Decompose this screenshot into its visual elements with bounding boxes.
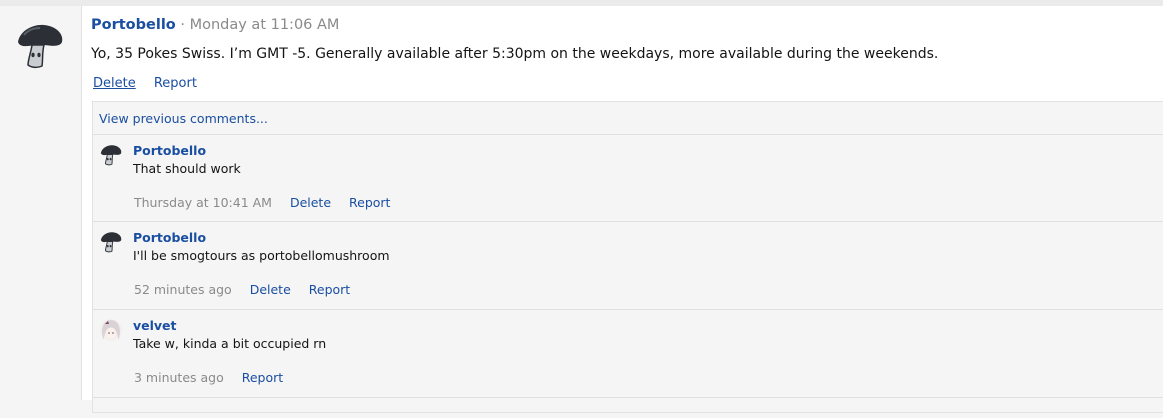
comment-text: Take w, kinda a bit occupied rn [133, 336, 327, 351]
comment-item: velvet Take w, kinda a bit occupied rn 3… [93, 309, 1163, 397]
comment-timestamp[interactable]: 3 minutes ago [134, 370, 224, 385]
comment-report-link[interactable]: Report [349, 195, 390, 210]
comment-text: I'll be smogtours as portobellomushroom [133, 248, 390, 263]
post-body: Yo, 35 Pokes Swiss. I’m GMT -5. Generall… [91, 46, 939, 62]
comment-author-link[interactable]: velvet [133, 318, 177, 333]
comment-report-link[interactable]: Report [309, 282, 350, 297]
mushroom-avatar-icon[interactable] [99, 143, 123, 167]
comment-timestamp[interactable]: 52 minutes ago [134, 282, 232, 297]
comment-text: That should work [133, 161, 241, 176]
anime-girl-avatar-icon[interactable] [99, 318, 123, 342]
comment-meta: 52 minutes ago Delete Report [134, 282, 364, 297]
post-author-link[interactable]: Portobello [91, 17, 176, 33]
comment-item: Portobello That should work Thursday at … [93, 134, 1163, 221]
comment-item-partial [93, 397, 1163, 418]
comment-delete-link[interactable]: Delete [290, 195, 331, 210]
mushroom-avatar-icon[interactable] [99, 230, 123, 254]
comments-section: View previous comments... Portobello Tha… [92, 101, 1163, 413]
meta-separator: · [180, 17, 185, 33]
post-timestamp[interactable]: Monday at 11:06 AM [190, 17, 340, 33]
mushroom-avatar-icon[interactable] [14, 20, 66, 72]
avatar-column [0, 6, 82, 400]
profile-post: Portobello · Monday at 11:06 AM Yo, 35 P… [82, 6, 1163, 413]
post-delete-link[interactable]: Delete [93, 76, 136, 91]
post-actions: Delete Report [93, 76, 211, 91]
comment-meta: 3 minutes ago Report [134, 370, 297, 385]
comment-meta: Thursday at 10:41 AM Delete Report [134, 195, 404, 210]
comment-author-link[interactable]: Portobello [133, 230, 206, 245]
post-header: Portobello · Monday at 11:06 AM [91, 17, 339, 33]
comment-report-link[interactable]: Report [242, 370, 283, 385]
comment-author-link[interactable]: Portobello [133, 143, 206, 158]
comment-timestamp[interactable]: Thursday at 10:41 AM [134, 195, 272, 210]
comment-item: Portobello I'll be smogtours as portobel… [93, 221, 1163, 309]
comment-delete-link[interactable]: Delete [250, 282, 291, 297]
post-report-link[interactable]: Report [154, 76, 197, 91]
view-previous-comments-link[interactable]: View previous comments... [99, 111, 268, 126]
